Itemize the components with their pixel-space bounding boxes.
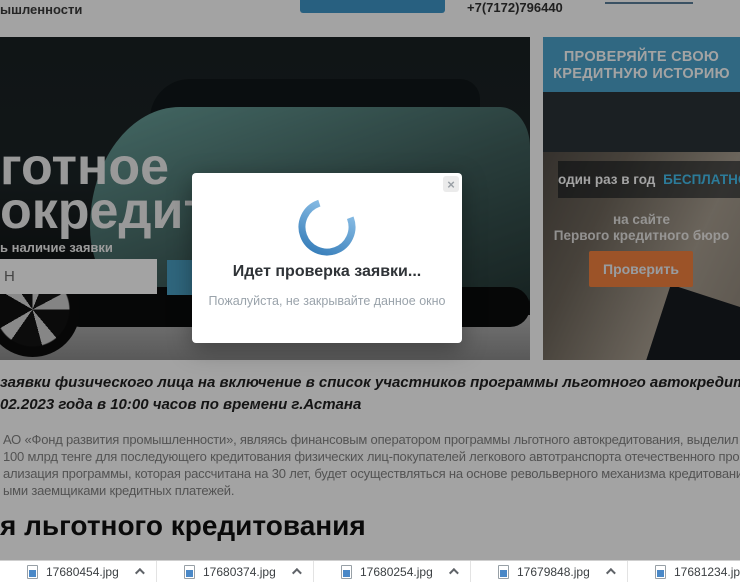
chevron-up-icon[interactable]: [449, 568, 459, 578]
downloads-bar: 17680454.jpg 17680374.jpg 17680254.jpg 1…: [0, 560, 740, 582]
image-file-icon: [655, 565, 666, 579]
modal-subtitle: Пожалуйста, не закрывайте данное окно: [192, 294, 462, 308]
chevron-up-icon[interactable]: [135, 568, 145, 578]
page: ышленности +7(7172)796440 готное окредит…: [0, 0, 740, 582]
image-file-icon: [184, 565, 195, 579]
download-item[interactable]: 17680374.jpg: [157, 561, 314, 582]
download-filename: 17680454.jpg: [46, 565, 119, 579]
download-filename: 17681234.jpg: [674, 565, 740, 579]
download-item[interactable]: 17679848.jpg: [471, 561, 628, 582]
checking-application-modal: × Идет проверка заявки... Пожалуйста, не…: [192, 173, 462, 343]
download-filename: 17679848.jpg: [517, 565, 590, 579]
download-item[interactable]: 17681234.jpg: [628, 561, 740, 582]
download-item[interactable]: 17680254.jpg: [314, 561, 471, 582]
image-file-icon: [341, 565, 352, 579]
loading-spinner-icon: [295, 195, 359, 259]
image-file-icon: [27, 565, 38, 579]
chevron-up-icon[interactable]: [606, 568, 616, 578]
chevron-up-icon[interactable]: [292, 568, 302, 578]
download-filename: 17680374.jpg: [203, 565, 276, 579]
close-icon[interactable]: ×: [443, 176, 459, 192]
modal-title: Идет проверка заявки...: [192, 263, 462, 281]
download-item[interactable]: 17680454.jpg: [0, 561, 157, 582]
download-filename: 17680254.jpg: [360, 565, 433, 579]
image-file-icon: [498, 565, 509, 579]
